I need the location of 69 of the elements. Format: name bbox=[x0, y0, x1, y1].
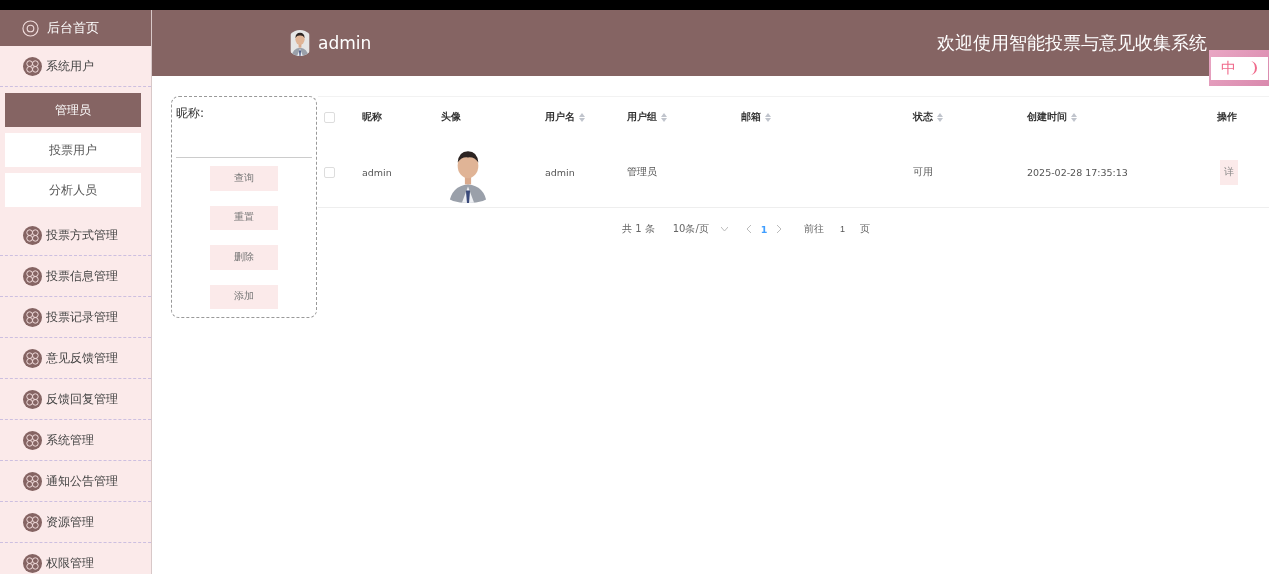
flower-icon bbox=[23, 266, 42, 286]
flower-icon bbox=[23, 512, 42, 532]
menu-item[interactable]: 投票记录管理 bbox=[0, 297, 151, 338]
chevron-down-icon bbox=[720, 225, 728, 233]
column-header[interactable]: 邮箱 bbox=[741, 110, 913, 124]
sort-icon[interactable] bbox=[579, 112, 585, 122]
column-header[interactable]: 用户名 bbox=[545, 110, 627, 124]
menu-label: 系统管理 bbox=[46, 432, 94, 448]
menu-item[interactable]: 系统管理 bbox=[0, 420, 151, 461]
table-cell-text: 2025-02-28 17:35:13 bbox=[1027, 166, 1129, 178]
menu-item[interactable]: 反馈回复管理 bbox=[0, 379, 151, 420]
menu-label: 权限管理 bbox=[46, 555, 94, 571]
checkbox[interactable] bbox=[324, 166, 335, 178]
submenu-item[interactable]: 投票用户 bbox=[5, 133, 141, 167]
page-suffix: 页 bbox=[860, 222, 871, 236]
column-header: 操作 bbox=[1217, 110, 1238, 124]
total-count: 共 1 条 bbox=[622, 222, 655, 236]
submenu-item[interactable]: 管理员 bbox=[5, 93, 141, 127]
flower-icon bbox=[23, 307, 42, 327]
menu-item[interactable]: 资源管理 bbox=[0, 502, 151, 543]
menu-item[interactable]: 投票信息管理 bbox=[0, 256, 151, 297]
next-page-icon bbox=[775, 225, 783, 233]
flower-icon bbox=[23, 389, 42, 409]
menu-label: 投票方式管理 bbox=[46, 227, 118, 243]
system-title: 欢迎使用智能投票与意见收集系统 bbox=[937, 31, 1207, 55]
home-menu-item[interactable]: 后台首页 bbox=[0, 10, 151, 46]
menu-item[interactable]: 权限管理 bbox=[0, 543, 151, 574]
field-label: 昵称: bbox=[176, 105, 206, 122]
column-header[interactable]: 用户组 bbox=[627, 110, 741, 124]
action-button[interactable]: 删除 bbox=[210, 245, 278, 270]
table-cell-text: admin bbox=[362, 166, 393, 178]
user-name: admin bbox=[318, 33, 372, 53]
column-header[interactable]: 状态 bbox=[913, 110, 1027, 124]
menu-label: 系统用户 bbox=[46, 58, 94, 74]
menu-label: 通知公告管理 bbox=[46, 473, 118, 489]
table-cell-text: admin bbox=[545, 166, 576, 178]
menu-label: 意见反馈管理 bbox=[46, 350, 118, 366]
menu-label: 投票记录管理 bbox=[46, 309, 118, 325]
sort-icon[interactable] bbox=[1071, 112, 1077, 122]
submenu-item[interactable]: 分析人员 bbox=[5, 173, 141, 207]
page-size-select[interactable]: 10条/页 bbox=[672, 222, 728, 236]
action-button[interactable]: 查询 bbox=[210, 166, 278, 191]
menu-item[interactable]: 投票方式管理 bbox=[0, 215, 151, 256]
action-button[interactable]: 重置 bbox=[210, 205, 278, 231]
flower-icon bbox=[23, 430, 42, 450]
menu-item[interactable]: 通知公告管理 bbox=[0, 461, 151, 502]
home-icon bbox=[22, 19, 39, 37]
menu-label: 资源管理 bbox=[46, 514, 94, 530]
column-header: 头像 bbox=[441, 110, 462, 124]
flower-icon bbox=[23, 56, 42, 76]
menu-label: 反馈回复管理 bbox=[46, 391, 118, 407]
column-header: 昵称 bbox=[362, 110, 383, 124]
flower-icon bbox=[23, 348, 42, 368]
flower-icon bbox=[23, 471, 42, 491]
flower-icon bbox=[23, 225, 42, 245]
goto-label: 前往 bbox=[804, 222, 825, 236]
menu-label: 后台首页 bbox=[47, 19, 99, 37]
menu-item[interactable]: 系统用户 bbox=[0, 46, 151, 87]
previous-page-icon bbox=[745, 225, 753, 233]
sort-icon[interactable] bbox=[765, 112, 771, 122]
menu-label: 投票信息管理 bbox=[46, 268, 118, 284]
action-button[interactable]: 添加 bbox=[210, 284, 278, 310]
sort-icon[interactable] bbox=[937, 112, 943, 122]
menu-item[interactable]: 意见反馈管理 bbox=[0, 338, 151, 379]
table-cell-text: 管理员 bbox=[627, 165, 658, 179]
column-header[interactable]: 创建时间 bbox=[1027, 110, 1217, 124]
sort-icon[interactable] bbox=[661, 112, 667, 122]
table-cell-text: 可用 bbox=[913, 165, 934, 179]
checkbox[interactable] bbox=[324, 111, 335, 123]
